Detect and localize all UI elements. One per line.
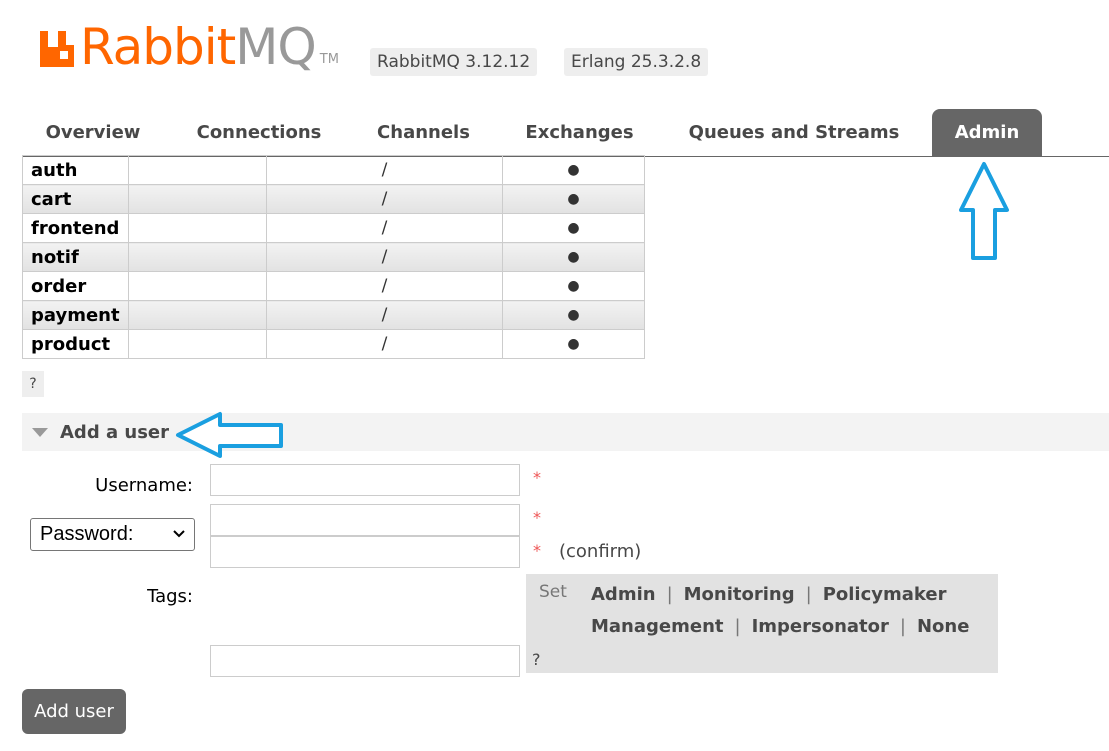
tag-monitoring-link[interactable]: Monitoring (684, 584, 795, 605)
user-name-link[interactable]: frontend (22, 213, 129, 243)
password-input[interactable] (210, 504, 520, 536)
tag-separator: | (899, 616, 906, 637)
username-label: Username: (95, 475, 193, 496)
password-select-value: Password: (40, 523, 134, 545)
users-table: auth / ● cart / ● frontend / ● notif / ●… (22, 155, 645, 359)
permission-dot: ● (502, 329, 645, 359)
username-input[interactable] (210, 464, 520, 496)
tab-exchanges[interactable]: Exchanges (513, 109, 646, 156)
tags-help-button[interactable]: ? (532, 650, 541, 669)
main-nav-tabs: Overview Connections Channels Exchanges … (23, 109, 1109, 157)
password-confirm-input[interactable] (210, 536, 520, 568)
collapse-triangle-icon (32, 427, 48, 437)
logo-trademark: TM (319, 52, 339, 67)
user-name-link[interactable]: auth (22, 155, 129, 185)
vhost-cell: / (266, 213, 503, 243)
erlang-version-badge: Erlang 25.3.2.8 (564, 48, 709, 76)
tag-none-link[interactable]: None (917, 616, 969, 637)
vhost-cell: / (266, 184, 503, 214)
tab-queues-and-streams[interactable]: Queues and Streams (675, 109, 913, 156)
logo-text-mq: MQ (235, 18, 316, 76)
rabbitmq-logo-icon (40, 31, 74, 67)
tag-admin-link[interactable]: Admin (591, 584, 656, 605)
tab-channels[interactable]: Channels (361, 109, 486, 156)
tag-management-link[interactable]: Management (591, 616, 724, 637)
tag-impersonator-link[interactable]: Impersonator (752, 616, 889, 637)
tag-options-row-2: Management | Impersonator | None (591, 616, 969, 637)
tag-separator: | (805, 584, 812, 605)
required-mark: * (533, 508, 541, 527)
vhost-cell: / (266, 271, 503, 301)
user-name-link[interactable]: product (22, 329, 129, 359)
tags-label: Tags: (147, 586, 193, 607)
tag-policymaker-link[interactable]: Policymaker (823, 584, 947, 605)
section-title: Add a user (60, 421, 169, 443)
table-row: frontend / ● (22, 213, 645, 243)
user-name-link[interactable]: payment (22, 300, 129, 330)
tag-options-row-1: Admin | Monitoring | Policymaker (591, 584, 946, 605)
tag-separator: | (734, 616, 741, 637)
table-row: auth / ● (22, 155, 645, 185)
vhost-cell: / (266, 300, 503, 330)
user-name-link[interactable]: cart (22, 184, 129, 214)
permission-dot: ● (502, 300, 645, 330)
add-user-button[interactable]: Add user (22, 689, 126, 734)
tag-separator: | (666, 584, 673, 605)
tags-set-label: Set (539, 582, 567, 602)
table-row: order / ● (22, 271, 645, 301)
rabbitmq-logo: Rabbit MQ TM (38, 22, 339, 72)
tag-options-panel: Set Admin | Monitoring | Policymaker Managem… (526, 574, 998, 673)
table-row: payment / ● (22, 300, 645, 330)
left-arrow-annotation-icon (176, 412, 283, 458)
permission-dot: ● (502, 213, 645, 243)
vhost-cell: / (266, 329, 503, 359)
table-help-button[interactable]: ? (22, 371, 44, 397)
logo-text-rabbit: Rabbit (80, 18, 236, 76)
permission-dot: ● (502, 271, 645, 301)
chevron-down-icon (172, 522, 186, 557)
vhost-cell: / (266, 155, 503, 185)
permission-dot: ● (502, 155, 645, 185)
rabbitmq-version-badge: RabbitMQ 3.12.12 (370, 48, 538, 76)
required-mark: * (533, 468, 541, 487)
tab-admin[interactable]: Admin (932, 109, 1042, 156)
table-row: product / ● (22, 329, 645, 359)
user-name-link[interactable]: order (22, 271, 129, 301)
permission-dot: ● (502, 184, 645, 214)
confirm-label: (confirm) (559, 541, 642, 562)
password-type-select[interactable]: Password: (30, 518, 195, 551)
tags-input[interactable] (210, 645, 520, 677)
tab-connections[interactable]: Connections (183, 109, 335, 156)
up-arrow-annotation-icon (959, 162, 1009, 260)
table-row: notif / ● (22, 242, 645, 272)
table-row: cart / ● (22, 184, 645, 214)
permission-dot: ● (502, 242, 645, 272)
user-name-link[interactable]: notif (22, 242, 129, 272)
tab-overview[interactable]: Overview (23, 109, 163, 156)
vhost-cell: / (266, 242, 503, 272)
required-mark: * (533, 541, 541, 560)
